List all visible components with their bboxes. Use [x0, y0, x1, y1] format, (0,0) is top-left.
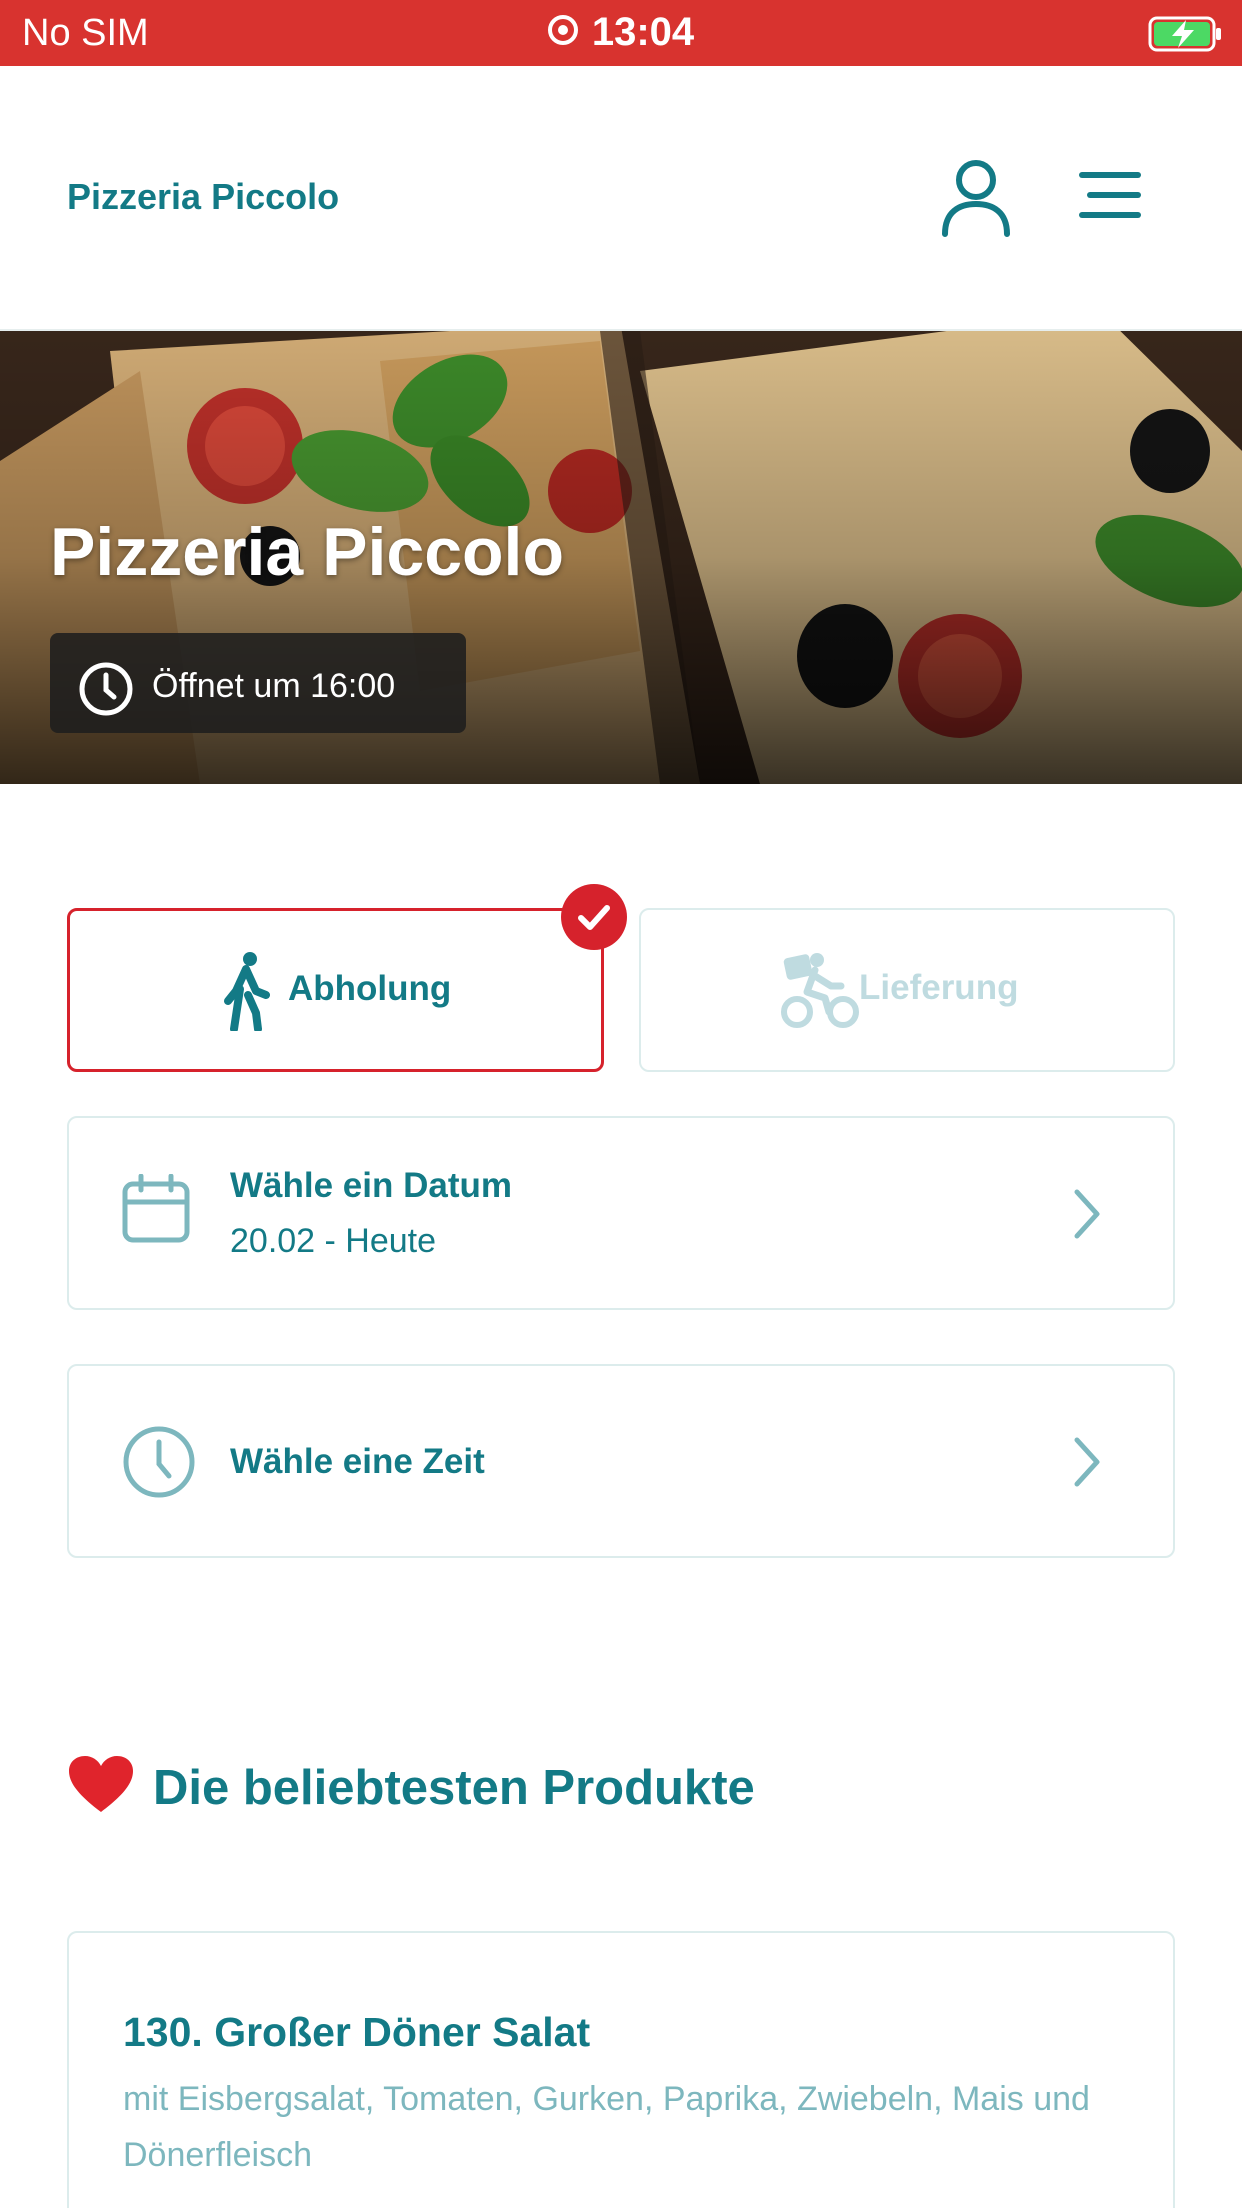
- clock-icon: [79, 662, 133, 716]
- battery-charging-icon: [1148, 16, 1221, 52]
- popular-products-title: Die beliebtesten Produkte: [153, 1761, 755, 1815]
- product-description: mit Eisbergsalat, Tomaten, Gurken, Papri…: [123, 2080, 1090, 2174]
- pickup-option[interactable]: Abholung: [67, 908, 604, 1072]
- delivery-bike-icon: [781, 953, 859, 1028]
- opening-hours-badge: Öffnet um 16:00: [50, 633, 466, 733]
- chevron-right-icon: [1074, 1437, 1100, 1487]
- time-selector-title: Wähle eine Zeit: [230, 1442, 485, 1481]
- product-name: 130. Großer Döner Salat: [123, 2009, 591, 2055]
- screen-recording-icon: [547, 15, 578, 46]
- brand-name[interactable]: Pizzeria Piccolo: [67, 176, 339, 218]
- calendar-icon: [122, 1174, 190, 1243]
- pickup-label: Abholung: [288, 969, 452, 1008]
- app-header: Pizzeria Piccolo: [0, 66, 1242, 331]
- heart-icon: [69, 1756, 133, 1813]
- walking-icon: [224, 952, 270, 1031]
- selected-check-icon: [561, 884, 627, 950]
- date-selector-title: Wähle ein Datum: [230, 1166, 512, 1205]
- hero-banner: Pizzeria Piccolo Öffnet um 16:00: [0, 331, 1242, 784]
- delivery-option[interactable]: Lieferung: [639, 908, 1175, 1072]
- clock-icon: [123, 1426, 195, 1498]
- status-bar: No SIM 13:04: [0, 0, 1242, 66]
- menu-icon[interactable]: [1078, 170, 1142, 220]
- popular-products-heading: Die beliebtesten Produkte: [67, 1756, 755, 1822]
- hero-title: Pizzeria Piccolo: [50, 514, 564, 590]
- date-selector[interactable]: Wähle ein Datum 20.02 - Heute: [67, 1116, 1175, 1310]
- user-icon[interactable]: [940, 158, 1012, 238]
- delivery-label: Lieferung: [859, 968, 1019, 1007]
- date-selector-value: 20.02 - Heute: [230, 1222, 437, 1260]
- status-center: 13:04: [0, 10, 1242, 55]
- opening-hours-text: Öffnet um 16:00: [152, 667, 396, 705]
- time-selector[interactable]: Wähle eine Zeit: [67, 1364, 1175, 1558]
- product-card[interactable]: 130. Großer Döner Salat mit Eisbergsalat…: [67, 1931, 1175, 2208]
- chevron-right-icon: [1074, 1189, 1100, 1239]
- status-time: 13:04: [591, 10, 695, 54]
